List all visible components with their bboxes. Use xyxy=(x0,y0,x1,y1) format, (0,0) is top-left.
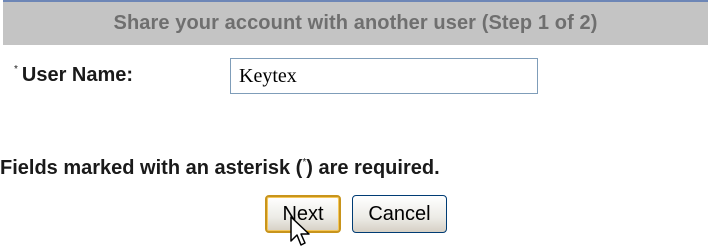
required-note-text-after: ) are required. xyxy=(306,156,440,179)
required-note-asterisk: * xyxy=(302,156,307,168)
username-input[interactable] xyxy=(230,58,538,94)
next-button[interactable]: Next xyxy=(265,195,341,233)
required-asterisk: * xyxy=(14,63,18,75)
cancel-button[interactable]: Cancel xyxy=(352,195,447,233)
required-note-text-before: Fields marked with an asterisk ( xyxy=(0,156,303,179)
dialog-header: Share your account with another user (St… xyxy=(3,0,708,45)
required-fields-note: Fields marked with an asterisk (*) are r… xyxy=(0,153,440,183)
username-label: User Name: xyxy=(21,63,134,86)
dialog-title: Share your account with another user (St… xyxy=(113,12,598,34)
username-label-row: * User Name: xyxy=(14,60,133,90)
